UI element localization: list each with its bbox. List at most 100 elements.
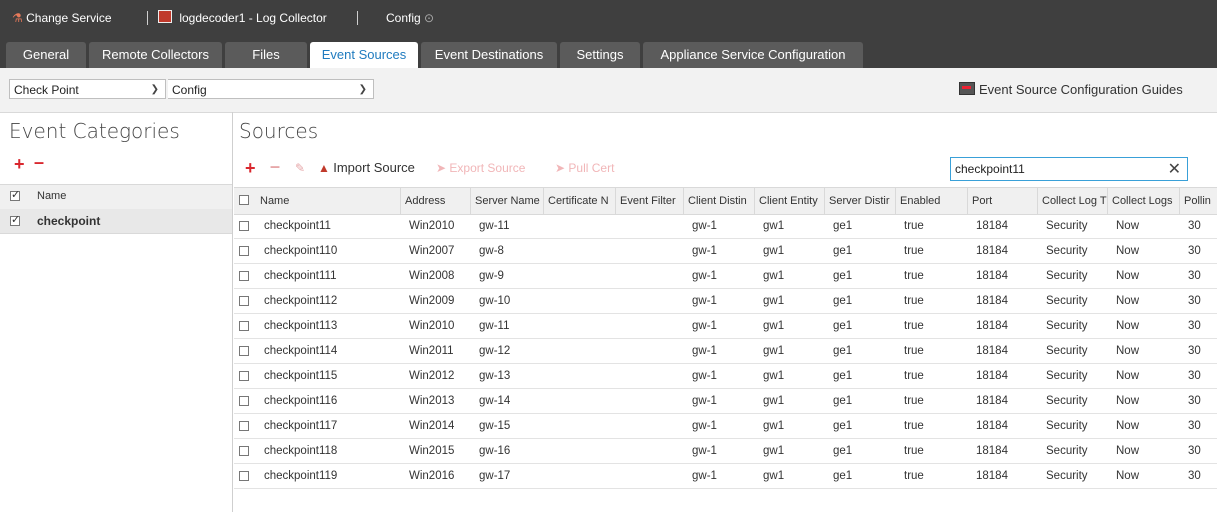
source-collect-log-type: Security <box>1046 245 1088 257</box>
mode-select-part[interactable]: Config <box>168 79 233 99</box>
source-polling: 30 <box>1188 245 1201 257</box>
column-header-port[interactable]: Port <box>968 188 1038 214</box>
row-checkbox[interactable] <box>239 471 249 481</box>
source-name: checkpoint114 <box>264 345 338 357</box>
source-enabled: true <box>904 445 924 457</box>
tab-general[interactable]: General <box>6 42 86 68</box>
remove-source-icon[interactable]: – <box>270 157 280 175</box>
source-client-distinguished: gw-1 <box>692 445 717 457</box>
pull-cert-icon: ➤ <box>555 161 566 175</box>
source-client-entity: gw1 <box>763 370 785 382</box>
sources-grid-header: Name Address Server Name Certificate N E… <box>234 187 1217 215</box>
table-row[interactable]: checkpoint118 Win2015 gw-16 gw-1 gw1 ge1 true 1… <box>234 439 1217 464</box>
select-all-checkbox[interactable] <box>10 188 20 201</box>
categories-header: Name <box>0 184 232 210</box>
source-server-name: gw-9 <box>479 270 504 282</box>
table-row[interactable]: checkpoint110 Win2007 gw-8 gw-1 gw1 ge1 true 18… <box>234 239 1217 264</box>
pull-cert-button[interactable]: ➤ Pull Cert <box>555 161 614 175</box>
config-guides-link[interactable]: Event Source Configuration Guides <box>959 79 1183 101</box>
source-client-distinguished: gw-1 <box>692 395 717 407</box>
source-search-input[interactable]: checkpoint11 ✕ <box>950 157 1188 181</box>
source-collect-logs: Now <box>1116 270 1140 282</box>
source-enabled: true <box>904 270 924 282</box>
column-header-enabled[interactable]: Enabled <box>896 188 968 214</box>
source-collect-log-type: Security <box>1046 270 1088 282</box>
divider <box>147 11 148 25</box>
service-selector[interactable]: logdecoder1 - Log Collector <box>158 0 327 36</box>
table-row[interactable]: checkpoint11 Win2010 gw-11 gw-1 gw1 ge1 true 18… <box>234 214 1217 239</box>
select-all-sources-checkbox[interactable] <box>239 195 249 205</box>
tab-remote-collectors[interactable]: Remote Collectors <box>89 42 222 68</box>
column-header-client-entity[interactable]: Client Entity <box>755 188 825 214</box>
tab-files[interactable]: Files <box>225 42 307 68</box>
row-checkbox[interactable] <box>239 246 249 256</box>
row-checkbox[interactable] <box>239 421 249 431</box>
add-category-icon[interactable]: + <box>14 155 25 173</box>
row-checkbox[interactable] <box>239 296 249 306</box>
column-header-collect-log-type[interactable]: Collect Log T <box>1038 188 1108 214</box>
tab-settings[interactable]: Settings <box>560 42 640 68</box>
mode-value: Config <box>172 83 207 97</box>
source-collect-log-type: Security <box>1046 370 1088 382</box>
column-header-client-distinguished[interactable]: Client Distin <box>684 188 755 214</box>
column-header-server-name[interactable]: Server Name <box>471 188 544 214</box>
tab-appliance-service-configuration[interactable]: Appliance Service Configuration <box>643 42 863 68</box>
source-server-distinguished: ge1 <box>833 270 853 282</box>
row-checkbox[interactable] <box>239 221 249 231</box>
source-server-distinguished: ge1 <box>833 395 853 407</box>
row-checkbox[interactable] <box>239 446 249 456</box>
row-checkbox[interactable] <box>239 396 249 406</box>
filter-bar: Check Point ❯ Config ❯ Event Source Conf… <box>0 68 1217 113</box>
source-server-name: gw-10 <box>479 295 511 307</box>
source-client-entity: gw1 <box>763 345 785 357</box>
event-source-type-select[interactable]: Check Point ❯ <box>9 79 166 99</box>
table-row[interactable]: checkpoint116 Win2013 gw-14 gw-1 gw1 ge1 true 1… <box>234 389 1217 414</box>
table-row[interactable]: checkpoint112 Win2009 gw-10 gw-1 gw1 ge1 true 1… <box>234 289 1217 314</box>
column-header-address[interactable]: Address <box>401 188 471 214</box>
category-row[interactable]: checkpoint <box>0 209 232 234</box>
source-client-entity: gw1 <box>763 320 785 332</box>
table-row[interactable]: checkpoint119 Win2016 gw-17 gw-1 gw1 ge1 true 1… <box>234 464 1217 489</box>
column-header-event-filter[interactable]: Event Filter <box>616 188 684 214</box>
column-header-collect-logs[interactable]: Collect Logs <box>1108 188 1180 214</box>
clear-search-icon[interactable]: ✕ <box>1168 159 1181 179</box>
tab-event-destinations[interactable]: Event Destinations <box>421 42 557 68</box>
name-column-header[interactable]: Name <box>37 190 66 202</box>
column-header-certificate[interactable]: Certificate N <box>544 188 616 214</box>
divider <box>357 11 358 25</box>
row-checkbox[interactable] <box>239 271 249 281</box>
import-source-label: Import Source <box>333 160 415 175</box>
table-row[interactable]: checkpoint114 Win2011 gw-12 gw-1 gw1 ge1 true 1… <box>234 339 1217 364</box>
column-header-polling[interactable]: Pollin <box>1180 188 1217 214</box>
row-checkbox[interactable] <box>239 346 249 356</box>
source-port: 18184 <box>976 220 1008 232</box>
add-source-icon[interactable]: + <box>245 159 256 177</box>
config-menu[interactable]: Config ⊙ <box>386 0 434 36</box>
import-source-button[interactable]: ▲ Import Source <box>318 160 415 175</box>
source-address: Win2015 <box>409 445 455 457</box>
row-checkbox[interactable] <box>239 371 249 381</box>
edit-source-icon[interactable]: ✎ <box>295 161 305 175</box>
export-source-button[interactable]: ➤ Export Source <box>436 161 525 175</box>
column-header-name[interactable]: Name <box>256 188 401 214</box>
table-row[interactable]: checkpoint111 Win2008 gw-9 gw-1 gw1 ge1 true 18… <box>234 264 1217 289</box>
source-client-entity: gw1 <box>763 470 785 482</box>
row-checkbox[interactable] <box>239 321 249 331</box>
category-checkbox[interactable] <box>10 213 20 226</box>
source-port: 18184 <box>976 395 1008 407</box>
table-row[interactable]: checkpoint117 Win2014 gw-15 gw-1 gw1 ge1 true 1… <box>234 414 1217 439</box>
source-collect-logs: Now <box>1116 445 1140 457</box>
table-row[interactable]: checkpoint115 Win2012 gw-13 gw-1 gw1 ge1 true 1… <box>234 364 1217 389</box>
mode-select[interactable]: ❯ <box>232 79 374 99</box>
source-collect-logs: Now <box>1116 295 1140 307</box>
table-row[interactable]: checkpoint113 Win2010 gw-11 gw-1 gw1 ge1 true 1… <box>234 314 1217 339</box>
change-service-button[interactable]: ⚗ Change Service <box>12 0 112 36</box>
source-name: checkpoint116 <box>264 395 338 407</box>
source-collect-log-type: Security <box>1046 320 1088 332</box>
remove-category-icon[interactable]: – <box>34 153 44 171</box>
column-header-server-distinguished[interactable]: Server Distir <box>825 188 896 214</box>
source-address: Win2010 <box>409 220 455 232</box>
source-collect-logs: Now <box>1116 420 1140 432</box>
tab-event-sources[interactable]: Event Sources <box>310 42 418 68</box>
source-enabled: true <box>904 295 924 307</box>
